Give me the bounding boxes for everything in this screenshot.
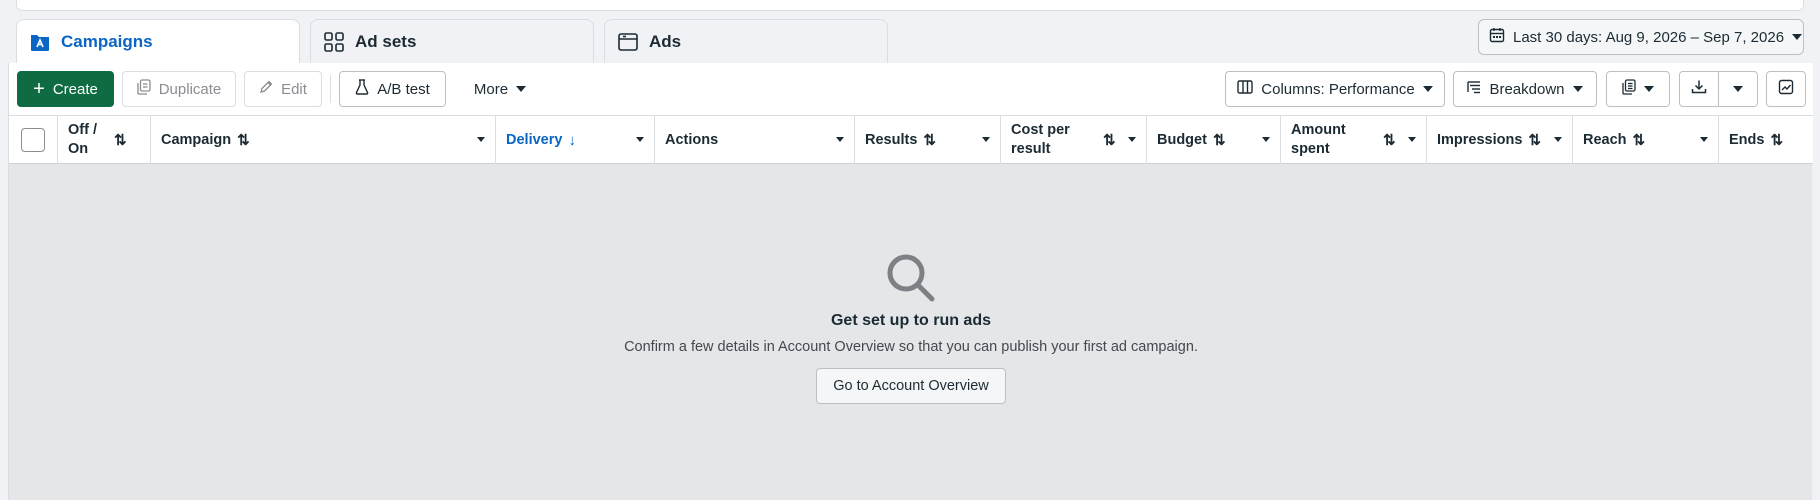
column-header-cost-per-result[interactable]: Cost per result ⇅ xyxy=(1001,116,1147,164)
export-button[interactable] xyxy=(1679,71,1719,107)
breakdown-label: Breakdown xyxy=(1489,80,1565,98)
column-label: Actions xyxy=(665,131,719,148)
chevron-down-icon[interactable] xyxy=(1554,137,1562,142)
chevron-down-icon[interactable] xyxy=(1408,137,1416,142)
edit-button[interactable]: Edit xyxy=(244,71,322,107)
duplicate-label: Duplicate xyxy=(158,80,222,98)
level-tabs: Campaigns Ad sets Ads xyxy=(16,19,888,64)
chevron-down-icon[interactable] xyxy=(982,137,990,142)
date-range-label: Last 30 days: Aug 9, 2026 – Sep 7, 2026 xyxy=(1513,28,1785,46)
chevron-down-icon[interactable] xyxy=(1262,137,1270,142)
date-range-picker[interactable]: Last 30 days: Aug 9, 2026 – Sep 7, 2026 xyxy=(1478,19,1804,55)
flask-icon xyxy=(355,79,369,99)
reports-icon xyxy=(1622,79,1636,99)
sort-icon: ⇅ xyxy=(1528,132,1541,149)
column-header-reach[interactable]: Reach ⇅ xyxy=(1573,116,1719,164)
export-menu-button[interactable] xyxy=(1718,71,1758,107)
tab-label: Ad sets xyxy=(355,31,417,51)
tab-label: Ads xyxy=(649,31,682,51)
sort-icon: ⇅ xyxy=(923,132,936,149)
chevron-down-icon xyxy=(1733,86,1743,92)
columns-icon xyxy=(1237,80,1253,98)
plus-icon: + xyxy=(33,78,45,100)
column-header-delivery[interactable]: Delivery ↓ xyxy=(496,116,655,164)
columns-label: Columns: Performance xyxy=(1261,80,1415,98)
chevron-down-icon[interactable] xyxy=(836,137,844,142)
column-label: Results xyxy=(865,131,918,148)
sort-icon: ⇅ xyxy=(1103,132,1116,149)
column-label: Amount spent xyxy=(1291,122,1346,157)
tab-ads[interactable]: Ads xyxy=(604,19,888,63)
sort-down-icon: ↓ xyxy=(568,131,576,149)
column-header-budget[interactable]: Budget ⇅ xyxy=(1147,116,1281,164)
column-header-results[interactable]: Results ⇅ xyxy=(855,116,1001,164)
column-header-campaign[interactable]: Campaign ⇅ xyxy=(151,116,496,164)
chevron-down-icon xyxy=(1792,34,1803,40)
duplicate-icon xyxy=(137,79,151,99)
column-header-off-on[interactable]: Off / On ⇅ xyxy=(58,116,151,164)
column-label: Reach xyxy=(1583,131,1627,148)
column-header-actions[interactable]: Actions xyxy=(655,116,855,164)
select-all-cell xyxy=(9,116,58,164)
calendar-icon xyxy=(1489,27,1505,47)
chevron-down-icon[interactable] xyxy=(1128,137,1136,142)
sort-icon: ⇅ xyxy=(1632,132,1646,149)
chart-icon xyxy=(1778,79,1794,99)
sort-icon: ⇅ xyxy=(114,132,127,149)
ab-test-button[interactable]: A/B test xyxy=(339,71,446,107)
tab-campaigns[interactable]: Campaigns xyxy=(16,19,300,64)
column-label: Impressions xyxy=(1437,131,1523,148)
search-icon xyxy=(885,252,937,304)
ad-window-icon xyxy=(617,31,639,53)
tab-label: Campaigns xyxy=(61,32,153,51)
sort-icon: ⇅ xyxy=(237,132,250,149)
table-toolbar: + Create Duplicate Edit A/B test More Co… xyxy=(9,63,1813,115)
chevron-down-icon xyxy=(1644,86,1654,92)
grid-icon xyxy=(323,31,345,53)
chevron-down-icon[interactable] xyxy=(1700,137,1708,142)
chevron-down-icon[interactable] xyxy=(636,137,644,142)
sort-icon: ⇅ xyxy=(1383,132,1396,149)
chevron-down-icon xyxy=(1422,86,1433,92)
ab-test-label: A/B test xyxy=(377,80,430,98)
column-label: Campaign xyxy=(161,131,232,148)
empty-state-title: Get set up to run ads xyxy=(830,312,991,329)
chevron-down-icon xyxy=(516,86,527,92)
more-button[interactable]: More xyxy=(458,71,542,107)
columns-button[interactable]: Columns: Performance xyxy=(1225,71,1445,107)
top-bar xyxy=(16,0,1804,11)
sort-icon: ⇅ xyxy=(1212,132,1226,149)
column-label: Ends xyxy=(1729,131,1765,148)
tab-ad-sets[interactable]: Ad sets xyxy=(310,19,594,63)
chevron-down-icon xyxy=(1572,86,1583,92)
select-all-checkbox[interactable] xyxy=(21,128,45,152)
create-label: Create xyxy=(52,80,98,98)
column-header-impressions[interactable]: Impressions ⇅ xyxy=(1427,116,1573,164)
go-to-account-overview-button[interactable]: Go to Account Overview xyxy=(816,368,1006,404)
column-label: Budget xyxy=(1157,131,1207,148)
column-label: Cost per result xyxy=(1011,122,1070,157)
chevron-down-icon[interactable] xyxy=(477,137,485,142)
table-header: Off / On ⇅ Campaign ⇅ Delivery ↓ Actions… xyxy=(9,115,1813,164)
charts-button[interactable] xyxy=(1766,71,1806,107)
campaign-folder-icon xyxy=(29,31,51,53)
duplicate-button[interactable]: Duplicate xyxy=(122,71,236,107)
download-icon xyxy=(1691,79,1707,99)
campaigns-panel: + Create Duplicate Edit A/B test More Co… xyxy=(8,63,1813,500)
create-button[interactable]: + Create xyxy=(17,71,114,107)
sort-icon: ⇅ xyxy=(1770,132,1784,149)
reports-button[interactable] xyxy=(1606,71,1670,107)
empty-state-description: Confirm a few details in Account Overvie… xyxy=(624,339,1198,355)
column-label: Off / On xyxy=(68,122,97,157)
pencil-icon xyxy=(259,80,273,98)
toolbar-divider xyxy=(330,75,331,103)
column-header-amount-spent[interactable]: Amount spent ⇅ xyxy=(1281,116,1427,164)
column-header-ends[interactable]: Ends ⇅ xyxy=(1719,116,1813,164)
column-label: Delivery xyxy=(506,131,563,148)
edit-label: Edit xyxy=(281,80,307,98)
breakdown-icon xyxy=(1467,80,1481,98)
breakdown-button[interactable]: Breakdown xyxy=(1453,71,1597,107)
empty-state: Get set up to run ads Confirm a few deta… xyxy=(9,164,1813,500)
more-label: More xyxy=(473,80,509,98)
